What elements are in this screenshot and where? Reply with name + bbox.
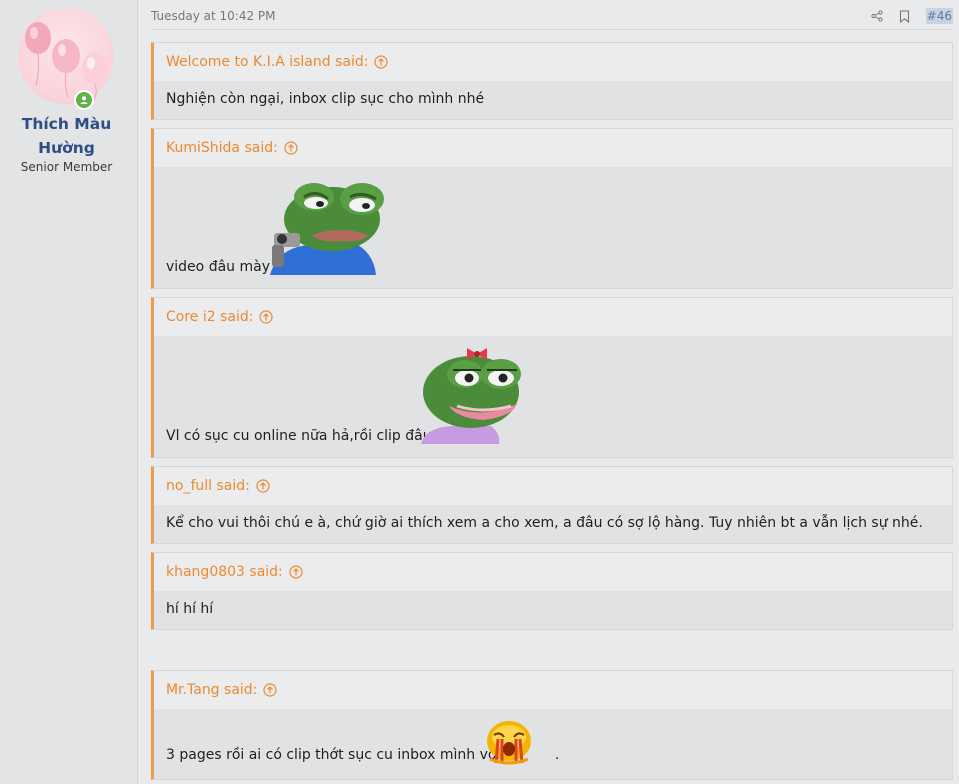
post-number-link[interactable]: #46 <box>925 8 953 24</box>
quote-content: video đâu mày <box>154 167 952 288</box>
quote-block: no_full said: Kể cho vui thôi chú e à, c… <box>151 466 953 544</box>
quote-author[interactable]: KumiShida said: <box>166 140 278 156</box>
quote-author[interactable]: Welcome to K.I.A island said: <box>166 54 368 70</box>
quote-block: khang0803 said: hí hí hí <box>151 552 953 630</box>
arrow-up-circle-icon[interactable] <box>263 683 277 697</box>
arrow-up-circle-icon[interactable] <box>289 565 303 579</box>
user-title: Senior Member <box>20 160 113 174</box>
arrow-up-circle-icon[interactable] <box>374 55 389 69</box>
quote-text: 3 pages rồi ai có clip thớt sục cu inbox… <box>166 747 501 763</box>
quote-content: 3 pages rồi ai có clip thớt sục cu inbox… <box>154 709 952 779</box>
crying-emoji-icon <box>487 721 531 765</box>
arrow-up-circle-icon[interactable] <box>259 310 274 324</box>
quote-block: Core i2 said: Vl có sục cu online nữa hả… <box>151 297 953 458</box>
quote-author[interactable]: khang0803 said: <box>166 564 283 580</box>
bookmark-icon[interactable] <box>898 9 912 23</box>
quote-text: video đâu mày <box>166 259 270 275</box>
quote-author[interactable]: no_full said: <box>166 478 250 494</box>
message-header: Tuesday at 10:42 PM #46 <box>151 0 953 30</box>
message-content: Tuesday at 10:42 PM #46 Welcome to K.I.A… <box>139 0 959 784</box>
quote-header: Welcome to K.I.A island said: <box>154 43 952 81</box>
quote-header: Core i2 said: <box>154 298 952 336</box>
quote-content: Kể cho vui thôi chú e à, chứ giờ ai thíc… <box>154 505 952 543</box>
quote-content: Nghiện còn ngại, inbox clip sục cho mình… <box>154 81 952 119</box>
arrow-up-circle-icon[interactable] <box>256 479 270 493</box>
quote-author[interactable]: Mr.Tang said: <box>166 682 257 698</box>
quote-header: khang0803 said: <box>154 553 952 591</box>
quote-text: Vl có sục cu online nữa hả,rồi clip đâu <box>166 428 432 444</box>
forum-post: Thích Màu Hường Senior Member Tuesday at… <box>0 0 959 784</box>
quote-header: Mr.Tang said: <box>154 671 952 709</box>
user-sidebar: Thích Màu Hường Senior Member <box>0 0 138 784</box>
share-icon[interactable] <box>870 9 884 23</box>
post-date[interactable]: Tuesday at 10:42 PM <box>151 9 276 23</box>
quote-block: Welcome to K.I.A island said: Nghiện còn… <box>151 42 953 120</box>
quote-header: no_full said: <box>154 467 952 505</box>
quote-text: Nghiện còn ngại, inbox clip sục cho mình… <box>166 91 485 107</box>
quote-text: hí hí hí <box>166 601 214 617</box>
quote-block: KumiShida said: video đâu mày <box>151 128 953 289</box>
pepe-bow-sticker <box>421 348 521 444</box>
username[interactable]: Thích Màu Hường <box>0 112 133 160</box>
arrow-up-circle-icon[interactable] <box>284 141 298 155</box>
quote-header: KumiShida said: <box>154 129 952 167</box>
online-status-icon <box>74 90 94 110</box>
quote-text-suffix: . <box>554 747 560 763</box>
quote-block: Mr.Tang said: 3 pages rồi ai có clip thớ… <box>151 670 953 780</box>
quote-text: Kể cho vui thôi chú e à, chứ giờ ai thíc… <box>166 515 923 531</box>
quote-author[interactable]: Core i2 said: <box>166 309 253 325</box>
pepe-gun-sticker <box>270 183 384 275</box>
balloons-image <box>25 22 108 101</box>
quote-content: hí hí hí <box>154 591 952 629</box>
quote-content: Vl có sục cu online nữa hả,rồi clip đâu <box>154 336 952 457</box>
avatar[interactable] <box>18 8 114 110</box>
